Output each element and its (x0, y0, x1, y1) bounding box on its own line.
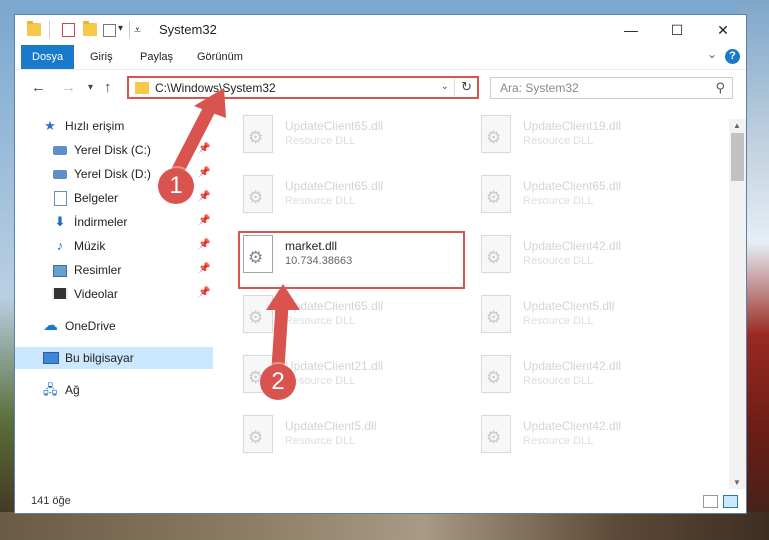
arrow-head-2 (266, 284, 300, 310)
arrow-to-market-dll (271, 299, 289, 375)
annotation-arrows (171, 88, 300, 375)
arrow-to-address-bar (171, 101, 217, 177)
step-1-badge: 1 (158, 168, 194, 204)
step-2-badge: 2 (260, 364, 296, 400)
